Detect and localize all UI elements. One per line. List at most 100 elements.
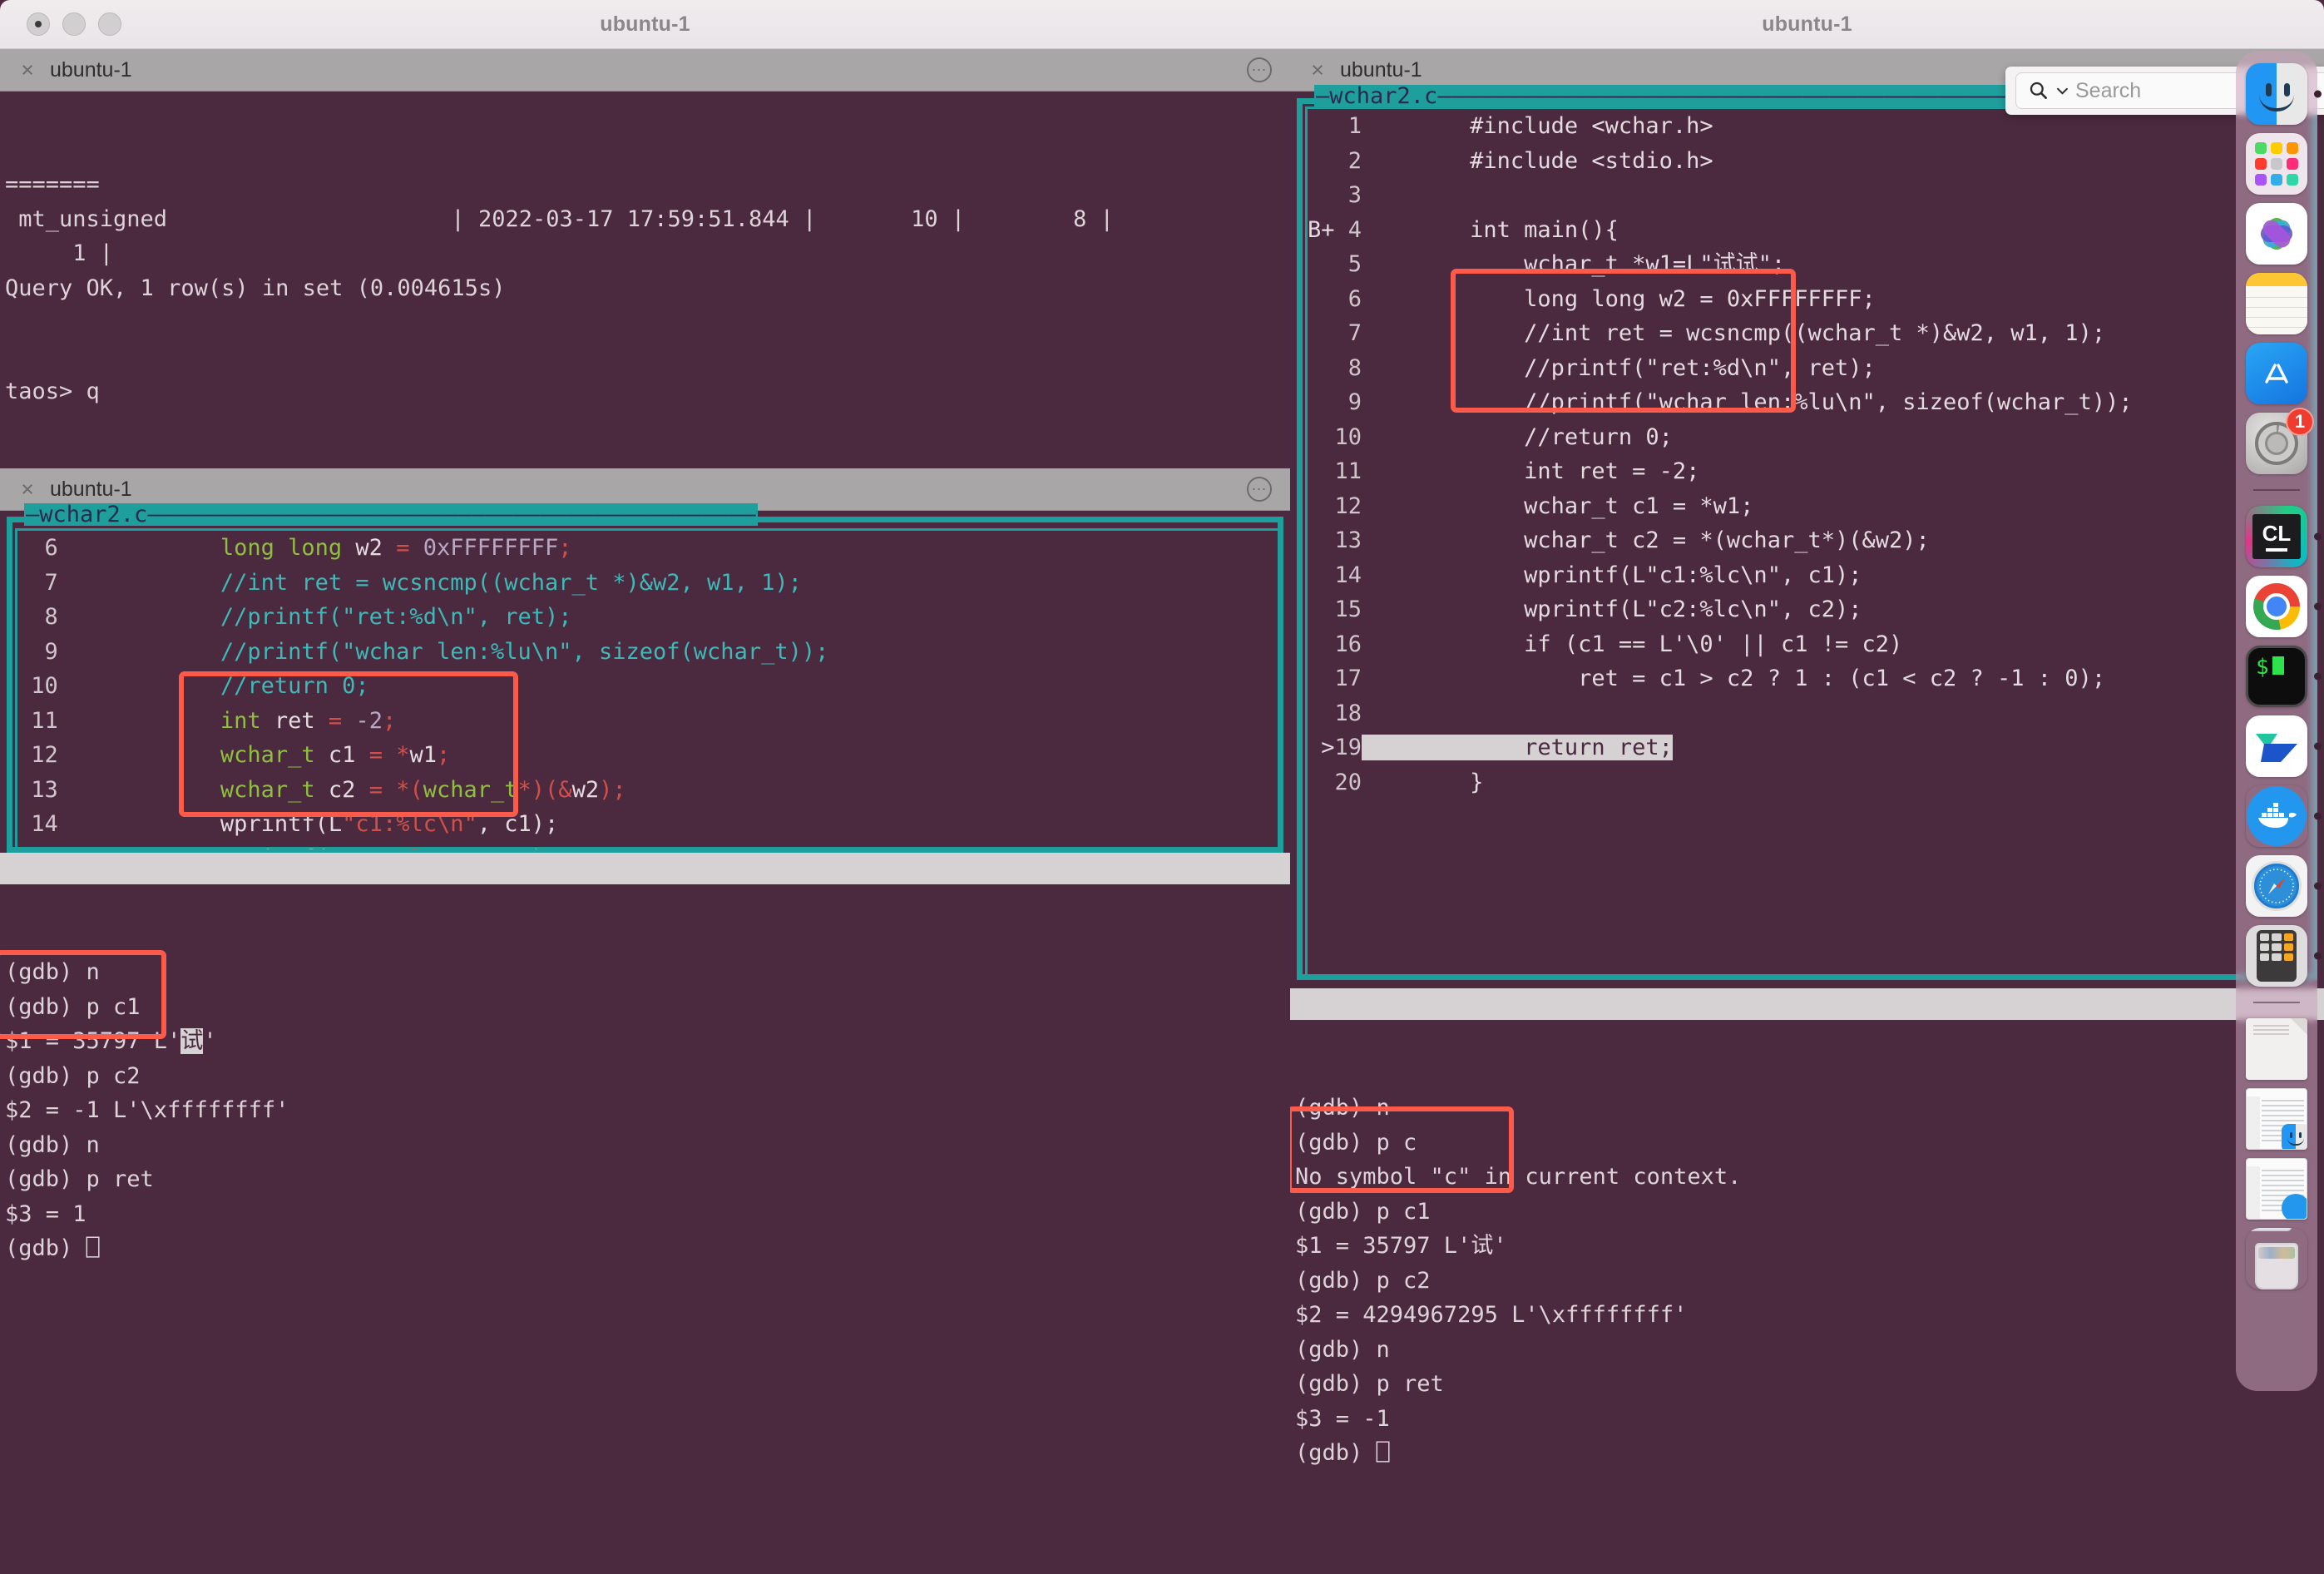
code-line: 14 wprintf(L"c1:%lc\n", c1); bbox=[31, 811, 559, 837]
running-indicator bbox=[2314, 602, 2322, 611]
code-line: 14 wprintf(L"c1:%lc\n", c1); bbox=[1334, 562, 1862, 588]
code-line: 15 wprintf(L"c2:%lc\n", c2); bbox=[1334, 596, 1862, 622]
gdb-line: (gdb) p ret bbox=[1295, 1371, 1444, 1397]
running-indicator bbox=[2314, 882, 2322, 890]
tab-label-ubuntu-1[interactable]: ubuntu-1 bbox=[50, 58, 132, 82]
left-window-titlebar[interactable]: ubuntu-1 bbox=[0, 0, 1290, 49]
dock-item-trash[interactable] bbox=[2246, 1228, 2307, 1289]
code-line: 17 ret = c1 > c2 ? 1 : (c1 < c2 ? -1 : 0… bbox=[1334, 666, 2106, 691]
tab-close-icon[interactable]: × bbox=[17, 478, 38, 500]
left-gdb-statusline: native process 64 In: main L19 PC: 0x55c… bbox=[0, 853, 1290, 884]
gdb-line: (gdb) p c1 bbox=[5, 993, 141, 1020]
left-gdb-console[interactable]: (gdb) n (gdb) p c1 $1 = 35797 L'试' (gdb) p … bbox=[0, 884, 1290, 1404]
docker-icon bbox=[2246, 785, 2307, 847]
code-line: 15 wprintf(L"c2:%lc\n", c2); bbox=[17, 842, 1278, 850]
dock-item-calculator[interactable] bbox=[2246, 925, 2322, 987]
dock-item-notes[interactable] bbox=[2246, 273, 2307, 334]
dock-item-docker-window[interactable] bbox=[2246, 1158, 2307, 1220]
tab-options-icon[interactable]: ⋯ bbox=[1247, 477, 1272, 502]
code-line: 10 //return 0; bbox=[31, 673, 369, 699]
shell-output-text: ======= mt_unsigned | 2022-03-17 17:59:5… bbox=[5, 171, 1114, 404]
chrome-icon bbox=[2246, 576, 2307, 637]
close-icon bbox=[35, 21, 42, 27]
running-indicator bbox=[2314, 742, 2322, 750]
code-line: 3 bbox=[1334, 182, 1362, 208]
gdb-line: (gdb) n bbox=[5, 959, 100, 985]
gdb-line: $1 = 35797 L'试' bbox=[5, 1028, 217, 1054]
docker-window-thumbnail-icon bbox=[2246, 1158, 2307, 1220]
left-source-scroll[interactable]: 6 long long w2 = 0xFFFFFFFF; 7 //int ret… bbox=[15, 528, 1278, 849]
dock-item-docker[interactable] bbox=[2246, 785, 2322, 847]
finder-icon bbox=[2246, 63, 2307, 125]
dock-item-terminal[interactable]: $ bbox=[2246, 646, 2322, 707]
search-icon bbox=[2030, 82, 2047, 99]
left-gdb-output: (gdb) n (gdb) p c1 $1 = 35797 L'试' (gdb) p … bbox=[5, 955, 1290, 1266]
code-line: 11 int ret = -2; bbox=[31, 707, 397, 734]
notes-icon bbox=[2246, 273, 2307, 334]
left-cgdb-pane: wchar2.c 6 long long w2 = 0xFFFFFFFF; 7 … bbox=[0, 503, 1290, 1404]
dock-separator bbox=[2253, 489, 2300, 491]
gdb-line: $2 = -1 L'\xffffffff' bbox=[5, 1097, 289, 1123]
code-line: 8 //printf("ret:%d\n", ret); bbox=[1334, 354, 1876, 381]
right-window-titlebar[interactable]: ubuntu-1 bbox=[1290, 0, 2324, 49]
dock-item-photos[interactable] bbox=[2246, 203, 2307, 265]
right-source-scroll[interactable]: 1 #include <wchar.h> 2 #include <stdio.h… bbox=[1305, 106, 2312, 977]
left-terminal-window[interactable]: ubuntu-1 × ubuntu-1 ⋯ ======= mt_unsigne… bbox=[0, 0, 1290, 1453]
dock-item-document-file[interactable] bbox=[2246, 1018, 2307, 1080]
gdb-line: (gdb) p c2 bbox=[1295, 1267, 1431, 1294]
tab-close-icon[interactable]: × bbox=[17, 58, 38, 81]
close-button[interactable] bbox=[27, 12, 50, 36]
code-line: 9 //printf("wchar len:%lu\n", sizeof(wch… bbox=[31, 638, 829, 665]
calculator-icon bbox=[2246, 925, 2307, 987]
running-indicator bbox=[2314, 952, 2322, 960]
left-source-code: 6 long long w2 = 0xFFFFFFFF; 7 //int ret… bbox=[17, 531, 1278, 849]
code-line: >19 return ret; bbox=[1308, 735, 1673, 760]
code-line: 16 if (c1 == L'\0' || c1 != c2) bbox=[1334, 631, 1903, 657]
code-line: 10 //return 0; bbox=[1334, 423, 1673, 450]
dock-item-google-chrome[interactable] bbox=[2246, 576, 2322, 637]
zoom-button[interactable] bbox=[98, 12, 121, 36]
tab-label-ubuntu-1[interactable]: ubuntu-1 bbox=[1340, 58, 1422, 82]
dock-item-app-store[interactable] bbox=[2246, 343, 2307, 404]
dock-item-finder-window[interactable] bbox=[2246, 1088, 2307, 1150]
left-source-filename: wchar2.c bbox=[24, 503, 758, 526]
code-line: 9 //printf("wchar len:%lu\n", sizeof(wch… bbox=[1334, 389, 2133, 415]
shell-output-pane[interactable]: ======= mt_unsigned | 2022-03-17 17:59:5… bbox=[0, 92, 1290, 468]
code-line: 11 int ret = -2; bbox=[1334, 458, 1700, 484]
code-line: 5 wchar_t *w1=L"试试"; bbox=[1334, 251, 1786, 277]
code-line: 13 wchar_t c2 = *(wchar_t*)(&w2); bbox=[31, 776, 626, 803]
minimize-button[interactable] bbox=[62, 12, 86, 36]
document-icon bbox=[2246, 1018, 2307, 1080]
gdb-line: $1 = 35797 L'试' bbox=[1295, 1233, 1507, 1259]
gdb-line: (gdb) p c2 bbox=[5, 1062, 141, 1089]
left-top-tabbar[interactable]: × ubuntu-1 ⋯ bbox=[0, 49, 1290, 92]
code-line: 18 bbox=[1334, 700, 1362, 726]
code-line: 8 //printf("ret:%d\n", ret); bbox=[31, 604, 572, 630]
dock-item-launchpad[interactable] bbox=[2246, 133, 2307, 195]
tab-options-icon[interactable]: ⋯ bbox=[1247, 57, 1272, 82]
dock-item-safari[interactable] bbox=[2246, 855, 2322, 917]
right-gdb-statusline: native process 35296 In: main L19 bbox=[1290, 988, 2324, 1020]
gdb-line: (gdb) ⎕ bbox=[5, 1235, 100, 1261]
macos-dock[interactable]: 1 CL $ bbox=[2236, 52, 2322, 1391]
right-terminal-window[interactable]: ubuntu-1 × ubuntu-1 wchar2.c 1 #include … bbox=[1290, 0, 2324, 1574]
dock-item-system-preferences[interactable]: 1 bbox=[2246, 408, 2314, 474]
dock-item-tdengine[interactable] bbox=[2246, 715, 2322, 777]
dock-item-finder[interactable] bbox=[2246, 63, 2322, 125]
dock-item-clion[interactable]: CL bbox=[2246, 506, 2322, 567]
chevron-down-icon[interactable] bbox=[2057, 86, 2068, 97]
left-source-frame: wchar2.c 6 long long w2 = 0xFFFFFFFF; 7 … bbox=[7, 503, 1283, 853]
code-line: 12 wchar_t c1 = *w1; bbox=[1334, 492, 1754, 519]
code-line: 13 wchar_t c2 = *(wchar_t*)(&w2); bbox=[1334, 527, 1930, 553]
gdb-line: (gdb) n bbox=[1295, 1095, 1390, 1121]
right-gdb-console[interactable]: (gdb) n (gdb) p c No symbol "c" in current… bbox=[1290, 1020, 2324, 1574]
launchpad-icon bbox=[2246, 133, 2307, 195]
right-source-code: 1 #include <wchar.h> 2 #include <stdio.h… bbox=[1308, 109, 2312, 799]
tab-label-ubuntu-1[interactable]: ubuntu-1 bbox=[50, 478, 132, 502]
finder-window-thumbnail-icon bbox=[2246, 1088, 2307, 1150]
search-placeholder: Search bbox=[2075, 78, 2142, 102]
code-line: 2 #include <stdio.h> bbox=[1334, 147, 1713, 174]
gdb-line: $3 = 1 bbox=[5, 1200, 87, 1227]
tab-close-icon[interactable]: × bbox=[1307, 58, 1328, 81]
running-indicator bbox=[2314, 672, 2322, 681]
